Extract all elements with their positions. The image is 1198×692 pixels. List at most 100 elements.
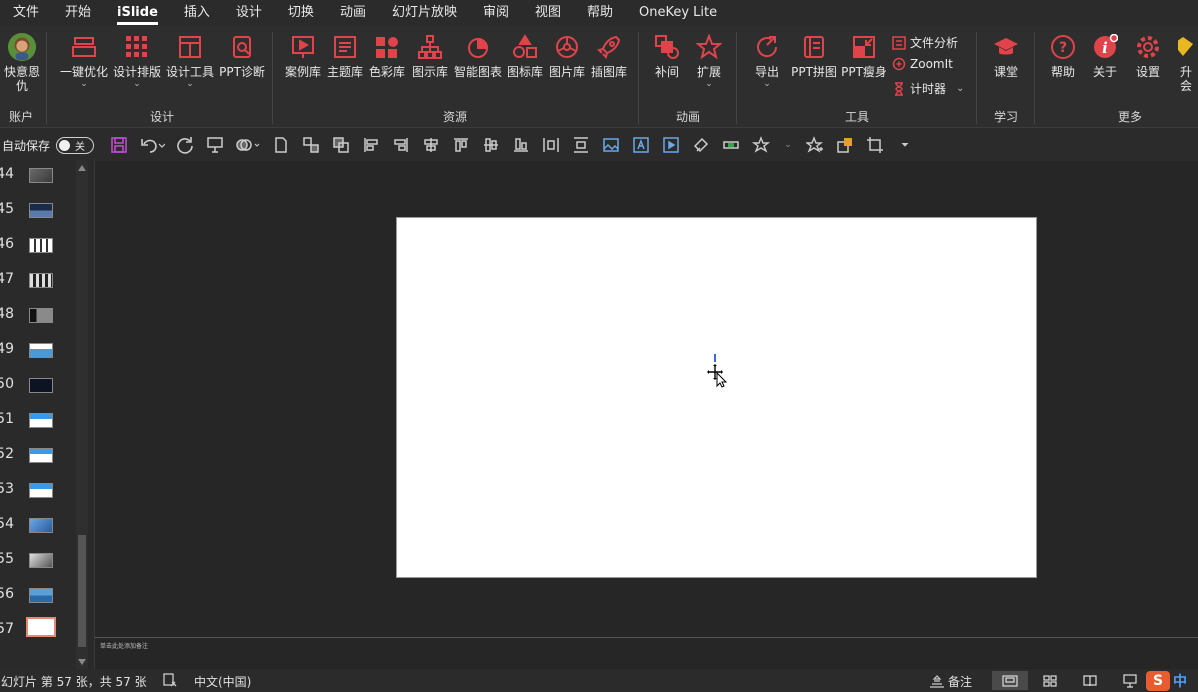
reading-view-button[interactable] [1072,671,1108,690]
accessibility-icon[interactable] [163,673,177,690]
file-analysis-button[interactable]: 文件分析 [892,34,958,51]
icon-library-label: 图标库 [506,65,543,79]
presentation-icon[interactable] [203,133,227,157]
current-slide-canvas[interactable] [396,217,1037,578]
slide-thumbnail-selected[interactable]: 57 [0,616,76,651]
slide-thumbnail[interactable]: 55 [0,546,76,581]
slide-thumbnail[interactable]: 56 [0,581,76,616]
settings-button[interactable]: 设置 [1121,32,1175,80]
timer-button[interactable]: 计时器 ⌄ [892,80,964,97]
slide-preview [29,203,53,218]
format-painter-icon[interactable] [689,133,713,157]
autosave-toggle[interactable]: 关 [56,136,95,154]
scrollbar-thumb[interactable] [78,535,86,647]
color-fill-icon[interactable] [719,133,743,157]
slide-thumbnail[interactable]: 53 [0,476,76,511]
group-label-more: 更多 [1117,110,1142,124]
crop-icon[interactable] [863,133,887,157]
scroll-down-icon[interactable] [78,659,86,665]
slide-thumbnail[interactable]: 52 [0,441,76,476]
customize-toolbar-icon[interactable]: ⏷ [893,133,917,157]
input-method-indicator[interactable]: S 中 [1146,670,1198,691]
about-label: 关于 [1092,65,1117,79]
slideshow-view-button[interactable] [1112,671,1148,690]
slide-thumbnail[interactable]: 48 [0,301,76,336]
video-icon[interactable] [659,133,683,157]
scroll-up-icon[interactable] [78,165,86,171]
undo-icon[interactable] [137,133,167,157]
illustration-library-button[interactable]: 插图库 [582,32,636,80]
redo-icon[interactable] [173,133,197,157]
slide-thumbnail[interactable]: 49 [0,336,76,371]
align-middle-icon[interactable] [479,133,503,157]
ppt-diagnose-button[interactable]: PPT诊断 [215,32,269,80]
extend-label: 扩展 [696,65,721,79]
picture-icon[interactable] [599,133,623,157]
upgrade-member-button[interactable]: 升会 [1178,32,1198,93]
powerpoint-window: 文件 开始 iSlide 插入 设计 切换 动画 幻灯片放映 审阅 视图 帮助 … [0,0,1198,692]
menu-file[interactable]: 文件 [0,0,52,26]
normal-view-button[interactable] [992,671,1028,690]
export-icon [752,32,782,62]
ppt-slim-button[interactable]: PPT瘦身 [836,32,892,80]
one-click-optimize-button[interactable]: 一键优化 ⌄ [57,32,111,89]
menu-design[interactable]: 设计 [223,0,275,26]
slide-preview [29,238,53,253]
align-center-icon[interactable] [419,133,443,157]
new-slide-icon[interactable] [269,133,293,157]
slide-thumbnail[interactable]: 47 [0,266,76,301]
menu-review[interactable]: 审阅 [470,0,522,26]
slide-preview [29,448,53,463]
shape-merge-icon[interactable] [233,133,263,157]
align-left-icon[interactable] [359,133,383,157]
menu-transitions[interactable]: 切换 [275,0,327,26]
rocket-icon [594,32,624,62]
language-status[interactable]: 中文(中国) [194,673,251,690]
notes-icon [930,675,944,688]
star-outline-icon[interactable] [749,133,773,157]
save-icon[interactable] [107,133,131,157]
distribute-vertical-icon[interactable] [569,133,593,157]
textbox-icon[interactable] [629,133,653,157]
ppt-collage-button[interactable]: PPT拼图 [786,32,842,80]
design-layout-button[interactable]: 设计排版 ⌄ [110,32,164,89]
image-replace-icon[interactable] [833,133,857,157]
slide-thumbnail[interactable]: 46 [0,231,76,266]
bring-forward-icon[interactable] [299,133,323,157]
slide-thumbnail[interactable]: 45 [0,196,76,231]
distribute-horizontal-icon[interactable] [539,133,563,157]
account-button[interactable]: 快意恩仇 [0,32,50,93]
slide-thumbnail[interactable]: 51 [0,406,76,441]
notes-toggle-button[interactable]: 备注 [929,673,972,690]
notes-pane[interactable]: 单击此处添加备注 [94,637,1198,669]
menu-slideshow[interactable]: 幻灯片放映 [379,0,470,26]
classroom-button[interactable]: 课堂 [979,32,1033,80]
design-tools-button[interactable]: 设计工具 ⌄ [163,32,217,89]
illustration-library-label: 插图库 [590,65,627,79]
align-right-icon[interactable] [389,133,413,157]
extend-button[interactable]: 扩展 ⌄ [682,32,736,89]
ppt-collage-label: PPT拼图 [791,65,837,79]
send-backward-icon[interactable] [329,133,353,157]
menu-view[interactable]: 视图 [522,0,574,26]
thumbnail-scrollbar[interactable] [76,161,88,669]
slide-thumbnail[interactable]: 44 [0,161,76,196]
notes-placeholder: 单击此处添加备注 [100,643,149,650]
group-label-resources: 资源 [442,110,467,124]
zoomit-button[interactable]: ZoomIt [892,57,953,71]
menu-islide[interactable]: iSlide [104,0,171,26]
menu-onekey-lite[interactable]: OneKey Lite [626,0,730,26]
align-top-icon[interactable] [449,133,473,157]
favorite-add-icon[interactable] [803,133,827,157]
slide-sorter-button[interactable] [1032,671,1068,690]
slide-preview [29,168,53,183]
menu-insert[interactable]: 插入 [171,0,223,26]
slide-thumbnail[interactable]: 50 [0,371,76,406]
slide-thumbnail[interactable]: 54 [0,511,76,546]
notes-toggle-label: 备注 [948,675,973,689]
menu-home[interactable]: 开始 [52,0,104,26]
align-bottom-icon[interactable] [509,133,533,157]
slide-number: 48 [0,306,14,322]
menu-help[interactable]: 帮助 [574,0,626,26]
menu-animations[interactable]: 动画 [327,0,379,26]
